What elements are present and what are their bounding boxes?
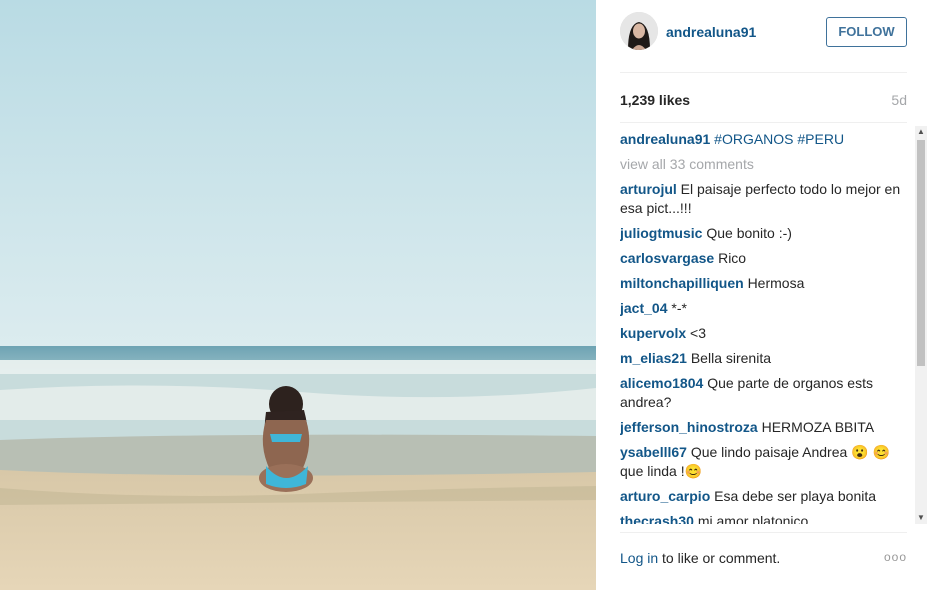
- comment-author[interactable]: alicemo1804: [620, 375, 703, 391]
- more-options-icon[interactable]: ooo: [884, 550, 907, 564]
- avatar[interactable]: [620, 12, 658, 50]
- comment-author[interactable]: thecrash30: [620, 513, 694, 524]
- post-photo[interactable]: [0, 0, 596, 590]
- comment-author[interactable]: jefferson_hinostroza: [620, 419, 758, 435]
- comment-author[interactable]: miltonchapilliquen: [620, 275, 744, 291]
- comments-list[interactable]: andrealuna91 #ORGANOS #PERU view all 33 …: [620, 130, 905, 524]
- login-link[interactable]: Log in: [620, 550, 658, 566]
- caption-author[interactable]: andrealuna91: [620, 131, 710, 147]
- beach-photo: [0, 0, 596, 590]
- comment-item: alicemo1804 Que parte de organos ests an…: [620, 374, 905, 412]
- likes-count[interactable]: 1,239 likes: [620, 92, 690, 108]
- comment-text: <3: [690, 325, 706, 341]
- view-all-comments-link[interactable]: view all 33 comments: [620, 155, 905, 174]
- scroll-up-arrow-icon[interactable]: ▲: [915, 126, 927, 138]
- comment-text: HERMOZA BBITA: [761, 419, 875, 435]
- comment-item: juliogtmusic Que bonito :-): [620, 224, 905, 243]
- username-link[interactable]: andrealuna91: [666, 24, 756, 40]
- post-sidebar: andrealuna91 FOLLOW 1,239 likes 5d andre…: [596, 0, 927, 590]
- comment-author[interactable]: kupervolx: [620, 325, 686, 341]
- footer-divider: [620, 532, 907, 533]
- comment-item: carlosvargase Rico: [620, 249, 905, 268]
- comment-author[interactable]: arturojul: [620, 181, 677, 197]
- meta-divider: [620, 122, 907, 123]
- scroll-thumb[interactable]: [917, 140, 925, 366]
- comment-item: thecrash30 mi amor platonico: [620, 512, 905, 524]
- comment-author[interactable]: jact_04: [620, 300, 667, 316]
- comment-item: arturojul El paisaje perfecto todo lo me…: [620, 180, 905, 218]
- scroll-down-arrow-icon[interactable]: ▼: [915, 512, 927, 524]
- comment-item: kupervolx <3: [620, 324, 905, 343]
- post-header: andrealuna91 FOLLOW: [596, 0, 927, 72]
- comment-author[interactable]: arturo_carpio: [620, 488, 710, 504]
- comment-text: Rico: [718, 250, 747, 266]
- comment-item: jefferson_hinostroza HERMOZA BBITA: [620, 418, 905, 437]
- comment-author[interactable]: m_elias21: [620, 350, 687, 366]
- comment-text: *-*: [671, 300, 687, 316]
- comment-item: miltonchapilliquen Hermosa: [620, 274, 905, 293]
- caption: andrealuna91 #ORGANOS #PERU: [620, 130, 905, 149]
- comment-author[interactable]: ysabelll67: [620, 444, 687, 460]
- comment-item: ysabelll67 Que lindo paisaje Andrea 😮 😊 …: [620, 443, 905, 481]
- comment-item: jact_04 *-*: [620, 299, 905, 318]
- avatar-image: [620, 12, 658, 50]
- comment-text: Que bonito :-): [706, 225, 792, 241]
- comment-text: mi amor platonico: [697, 513, 809, 524]
- comment-author[interactable]: juliogtmusic: [620, 225, 702, 241]
- comments-scrollbar[interactable]: ▲ ▼: [915, 126, 927, 524]
- comment-author[interactable]: carlosvargase: [620, 250, 714, 266]
- comment-text: Hermosa: [747, 275, 805, 291]
- comment-text: Esa debe ser playa bonita: [714, 488, 877, 504]
- post-footer: Log in to like or comment. ooo: [620, 550, 907, 570]
- comment-item: arturo_carpio Esa debe ser playa bonita: [620, 487, 905, 506]
- follow-button[interactable]: FOLLOW: [826, 17, 907, 47]
- header-divider: [620, 72, 907, 73]
- caption-hashtags[interactable]: #ORGANOS #PERU: [714, 131, 844, 147]
- post-age[interactable]: 5d: [891, 92, 907, 108]
- post-meta: 1,239 likes 5d: [620, 92, 907, 110]
- post-view: andrealuna91 FOLLOW 1,239 likes 5d andre…: [0, 0, 927, 590]
- login-prompt-text: to like or comment.: [662, 550, 781, 566]
- comment-item: m_elias21 Bella sirenita: [620, 349, 905, 368]
- comment-text: Bella sirenita: [690, 350, 771, 366]
